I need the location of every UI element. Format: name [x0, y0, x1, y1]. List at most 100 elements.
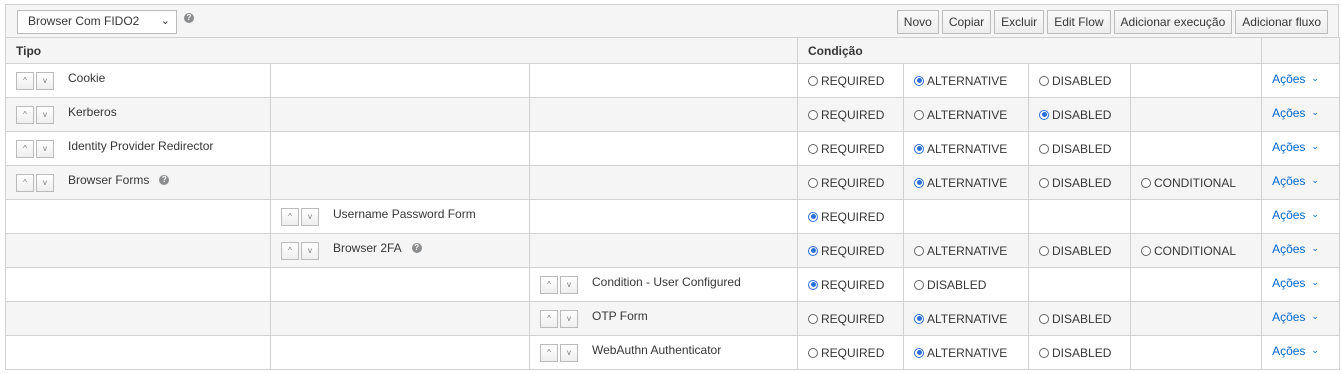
move-down-button[interactable]: v: [36, 105, 54, 124]
requirement-radio-alternative[interactable]: ALTERNATIVE: [904, 132, 1028, 165]
move-up-button[interactable]: ^: [281, 241, 299, 260]
requirement-radio-required[interactable]: REQUIRED: [798, 234, 903, 267]
execution-name: Cookie: [68, 70, 106, 85]
actions-label: Ações: [1272, 71, 1306, 86]
actions-label: Ações: [1272, 105, 1306, 120]
requirement-radio-required[interactable]: REQUIRED: [798, 98, 903, 131]
move-down-button[interactable]: v: [560, 309, 578, 328]
condition-cell: DISABLED: [1028, 301, 1132, 336]
move-up-button[interactable]: ^: [540, 275, 558, 294]
radio-circle-icon: [808, 75, 819, 86]
move-up-button[interactable]: ^: [16, 173, 34, 192]
execution-name: Identity Provider Redirector: [68, 138, 214, 153]
actions-dropdown[interactable]: Ações ⌄: [1262, 300, 1339, 333]
help-icon[interactable]: ?: [411, 242, 422, 253]
move-up-button[interactable]: ^: [16, 139, 34, 158]
add-flow-button[interactable]: Adicionar fluxo: [1235, 10, 1328, 34]
move-up-button[interactable]: ^: [540, 309, 558, 328]
move-down-button[interactable]: v: [36, 173, 54, 192]
condition-cell: DISABLED: [1028, 131, 1132, 166]
requirement-radio-required[interactable]: REQUIRED: [798, 336, 903, 369]
header-condicao: Condição: [797, 37, 1263, 64]
requirement-radio-disabled[interactable]: DISABLED: [1029, 166, 1130, 199]
move-up-button[interactable]: ^: [16, 105, 34, 124]
requirement-radio-alternative[interactable]: ALTERNATIVE: [904, 336, 1028, 369]
tipo-cell: [528, 233, 799, 268]
requirement-radio-alternative[interactable]: ALTERNATIVE: [904, 166, 1028, 199]
add-execution-button[interactable]: Adicionar execução: [1113, 10, 1233, 34]
move-up-button[interactable]: ^: [16, 71, 34, 90]
actions-label: Ações: [1272, 275, 1306, 290]
radio-circle-icon: [1039, 143, 1050, 154]
help-icon[interactable]: ?: [184, 13, 194, 23]
tipo-cell: [528, 131, 799, 166]
execution-name-cell: ^ v Identity Provider Redirector: [6, 132, 270, 165]
requirement-radio-disabled[interactable]: DISABLED: [1029, 336, 1130, 369]
requirement-radio-required[interactable]: REQUIRED: [798, 132, 903, 165]
tipo-cell: [270, 335, 530, 370]
condition-cell: ALTERNATIVE: [903, 63, 1030, 98]
requirement-radio-disabled[interactable]: DISABLED: [904, 268, 1028, 301]
requirement-radio-required[interactable]: REQUIRED: [798, 64, 903, 97]
actions-dropdown[interactable]: Ações ⌄: [1262, 334, 1339, 367]
radio-circle-icon: [914, 347, 925, 358]
requirement-radio-required[interactable]: REQUIRED: [798, 166, 903, 199]
requirement-label: ALTERNATIVE: [927, 107, 1008, 122]
new-button[interactable]: Novo: [896, 10, 939, 34]
actions-dropdown[interactable]: Ações ⌄: [1262, 130, 1339, 163]
condition-cell: DISABLED: [903, 267, 1030, 302]
requirement-radio-disabled[interactable]: DISABLED: [1029, 64, 1130, 97]
move-up-button[interactable]: ^: [540, 343, 558, 362]
move-down-button[interactable]: v: [560, 275, 578, 294]
help-icon[interactable]: ?: [159, 174, 170, 185]
requirement-radio-required[interactable]: REQUIRED: [798, 200, 903, 233]
execution-name: WebAuthn Authenticator: [592, 342, 722, 357]
condition-cell: ALTERNATIVE: [903, 131, 1030, 166]
execution-name-cell: ^ v Kerberos: [6, 98, 270, 131]
actions-dropdown[interactable]: Ações ⌄: [1262, 164, 1339, 197]
requirement-radio-required[interactable]: REQUIRED: [798, 268, 903, 301]
requirement-radio-alternative[interactable]: ALTERNATIVE: [904, 302, 1028, 335]
delete-button[interactable]: Excluir: [994, 10, 1045, 34]
radio-circle-icon: [808, 313, 819, 324]
actions-cell: Ações ⌄: [1261, 300, 1341, 336]
requirement-radio-required[interactable]: REQUIRED: [798, 302, 903, 335]
requirement-radio-alternative[interactable]: ALTERNATIVE: [904, 98, 1028, 131]
actions-dropdown[interactable]: Ações ⌄: [1262, 198, 1339, 231]
radio-circle-icon: [914, 109, 925, 120]
actions-cell: Ações ⌄: [1261, 164, 1341, 200]
requirement-label: REQUIRED: [821, 107, 885, 122]
execution-name-cell: ^ v Cookie: [6, 64, 270, 97]
requirement-radio-alternative[interactable]: ALTERNATIVE: [904, 64, 1028, 97]
chevron-down-icon: ⌄: [1311, 311, 1319, 321]
requirement-label: REQUIRED: [821, 141, 885, 156]
copy-button[interactable]: Copiar: [941, 10, 992, 34]
requirement-radio-conditional[interactable]: CONDITIONAL: [1131, 234, 1261, 267]
requirement-radio-conditional[interactable]: CONDITIONAL: [1131, 166, 1261, 199]
requirement-label: REQUIRED: [821, 175, 885, 190]
condition-cell: CONDITIONAL: [1130, 233, 1263, 268]
actions-dropdown[interactable]: Ações ⌄: [1262, 96, 1339, 129]
move-down-button[interactable]: v: [301, 207, 319, 226]
move-down-button[interactable]: v: [301, 241, 319, 260]
move-down-button[interactable]: v: [36, 139, 54, 158]
move-down-button[interactable]: v: [36, 71, 54, 90]
condition-cell: REQUIRED: [797, 63, 905, 98]
requirement-label: REQUIRED: [821, 73, 885, 88]
requirement-radio-disabled[interactable]: DISABLED: [1029, 132, 1130, 165]
requirement-radio-disabled[interactable]: DISABLED: [1029, 98, 1130, 131]
actions-cell: Ações ⌄: [1261, 198, 1341, 234]
actions-label: Ações: [1272, 309, 1306, 324]
edit-flow-button[interactable]: Edit Flow: [1047, 10, 1111, 34]
actions-dropdown[interactable]: Ações ⌄: [1262, 62, 1339, 95]
actions-dropdown[interactable]: Ações ⌄: [1262, 266, 1339, 299]
actions-dropdown[interactable]: Ações ⌄: [1262, 232, 1339, 265]
move-down-button[interactable]: v: [560, 343, 578, 362]
flow-select[interactable]: Browser Com FIDO2 ⌄: [17, 10, 177, 34]
chevron-down-icon: ⌄: [1311, 243, 1319, 253]
condition-cell: [1028, 199, 1132, 234]
requirement-radio-disabled[interactable]: DISABLED: [1029, 302, 1130, 335]
move-up-button[interactable]: ^: [281, 207, 299, 226]
requirement-radio-alternative[interactable]: ALTERNATIVE: [904, 234, 1028, 267]
requirement-radio-disabled[interactable]: DISABLED: [1029, 234, 1130, 267]
